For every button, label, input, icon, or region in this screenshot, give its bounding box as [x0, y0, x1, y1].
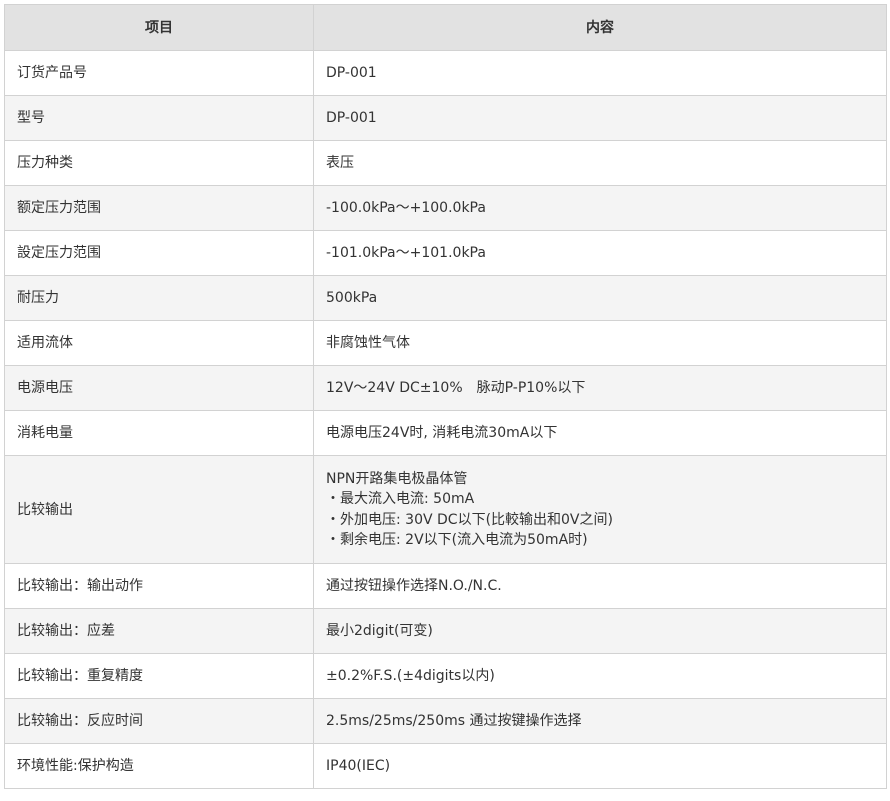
row-value: 最小2digit(可变) [313, 608, 887, 654]
table-header-row: 项目 内容 [4, 4, 887, 51]
header-content: 内容 [313, 4, 887, 51]
table-row: 环境性能:保护构造 IP40(IEC) [4, 743, 887, 789]
table-row: 型号 DP-001 [4, 95, 887, 141]
row-label: 比较输出：输出动作 [4, 563, 314, 609]
value-line: NPN开路集电极晶体管 [326, 470, 468, 487]
multiline-value: NPN开路集电极晶体管 ・最大流入电流: 50mA ・外加电压: 30V DC以… [326, 469, 874, 551]
row-value: ±0.2%F.S.(±4digits以内) [313, 653, 887, 699]
table-row: 設定压力范围 -101.0kPa～+101.0kPa [4, 230, 887, 276]
table-row: 订货产品号 DP-001 [4, 50, 887, 96]
row-label: 压力种类 [4, 140, 314, 186]
table-row: 比较输出：重复精度 ±0.2%F.S.(±4digits以内) [4, 653, 887, 699]
value-line: ・最大流入电流: 50mA [326, 491, 475, 507]
row-label: 比较输出：重复精度 [4, 653, 314, 699]
row-label: 耐压力 [4, 275, 314, 321]
table-row: 电源电压 12V～24V DC±10% 脉动P-P10%以下 [4, 365, 887, 411]
row-label: 型号 [4, 95, 314, 141]
table-row: 比较输出：反应时间 2.5ms/25ms/250ms 通过按键操作选择 [4, 698, 887, 744]
table-row: 压力种类 表压 [4, 140, 887, 186]
value-line: ・剩余电压: 2V以下(流入电流为50mA时) [326, 532, 588, 548]
row-label: 消耗电量 [4, 410, 314, 456]
row-label: 比较输出：应差 [4, 608, 314, 654]
table-row: 消耗电量 电源电压24V时, 消耗电流30mA以下 [4, 410, 887, 456]
header-item: 项目 [4, 4, 314, 51]
table-row: 比较输出：应差 最小2digit(可变) [4, 608, 887, 654]
row-value: -101.0kPa～+101.0kPa [313, 230, 887, 276]
row-label: 订货产品号 [4, 50, 314, 96]
row-label: 比较输出 [4, 455, 314, 564]
table-row: 额定压力范围 -100.0kPa～+100.0kPa [4, 185, 887, 231]
row-label: 設定压力范围 [4, 230, 314, 276]
row-label: 比较输出：反应时间 [4, 698, 314, 744]
table-row: 耐压力 500kPa [4, 275, 887, 321]
row-value: 非腐蚀性气体 [313, 320, 887, 366]
table-row: 比较输出：输出动作 通过按钮操作选择N.O./N.C. [4, 563, 887, 609]
row-label: 环境性能:保护构造 [4, 743, 314, 789]
value-line: ・外加电压: 30V DC以下(比較输出和0V之间) [326, 511, 613, 528]
row-value: -100.0kPa～+100.0kPa [313, 185, 887, 231]
row-value: IP40(IEC) [313, 743, 887, 789]
spec-table: 项目 内容 订货产品号 DP-001 型号 DP-001 压力种类 表压 额定压… [4, 4, 887, 789]
row-value: 电源电压24V时, 消耗电流30mA以下 [313, 410, 887, 456]
row-value: 12V～24V DC±10% 脉动P-P10%以下 [313, 365, 887, 411]
table-row: 适用流体 非腐蚀性气体 [4, 320, 887, 366]
row-value: DP-001 [313, 50, 887, 96]
row-label: 额定压力范围 [4, 185, 314, 231]
row-label: 电源电压 [4, 365, 314, 411]
row-value: 500kPa [313, 275, 887, 321]
row-label: 适用流体 [4, 320, 314, 366]
row-value: 通过按钮操作选择N.O./N.C. [313, 563, 887, 609]
row-value: DP-001 [313, 95, 887, 141]
table-row: 比较输出 NPN开路集电极晶体管 ・最大流入电流: 50mA ・外加电压: 30… [4, 455, 887, 564]
row-value: NPN开路集电极晶体管 ・最大流入电流: 50mA ・外加电压: 30V DC以… [313, 455, 887, 564]
row-value: 2.5ms/25ms/250ms 通过按键操作选择 [313, 698, 887, 744]
row-value: 表压 [313, 140, 887, 186]
